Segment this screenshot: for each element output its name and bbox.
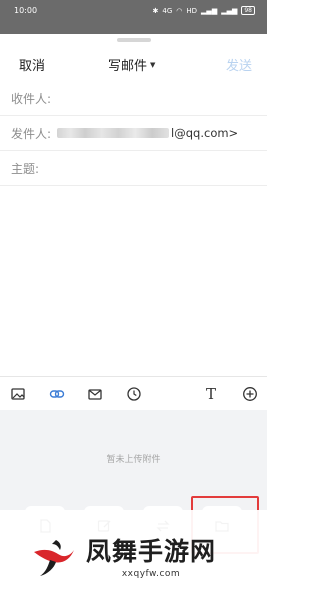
to-label: 收件人: [11,91,52,106]
signal-icon: ▂▄▆ [201,6,218,15]
text-format-icon[interactable]: T [202,385,220,403]
watermark-title: 凤舞手游网 [86,536,217,566]
watermark-text: 凤舞手游网 xxqyfw.com [86,532,216,579]
from-address: l@qq.com> [57,126,238,140]
add-icon[interactable] [241,385,259,403]
from-address-suffix: l@qq.com> [171,126,239,140]
no-attachment-hint: 暂未上传附件 [106,455,161,465]
bluetooth-icon: ✱ [152,6,159,15]
status-time: 10:00 [14,6,38,15]
signal-icon: ▂▄▆ [221,6,238,15]
hd-badge: HD [186,6,198,15]
subject-label: 主题: [11,161,40,176]
compose-toolbar: T [0,376,267,410]
from-label: 发件人: [11,126,52,141]
compose-header: 取消 写邮件 ▼ 发送 [0,50,267,78]
watermark-url: xxqyfw.com [121,568,181,579]
status-bar: 10:00 ✱ 4G ◠ HD ▂▄▆ ▂▄▆ 98 [0,0,267,34]
cancel-button[interactable]: 取消 [19,55,45,74]
watermark-logo-icon [34,540,74,576]
sheet-handle[interactable] [117,38,151,42]
compose-title-label: 写邮件 [108,59,148,74]
link-icon[interactable] [48,385,66,403]
watermark: 凤舞手游网 xxqyfw.com [0,510,267,600]
battery-icon: 98 [241,6,255,15]
mail-icon[interactable] [86,385,104,403]
clock-icon[interactable] [125,385,143,403]
from-field[interactable]: 发件人: l@qq.com> [0,116,267,151]
image-icon[interactable] [9,385,27,403]
wifi-icon: ◠ [176,6,183,15]
caret-down-icon: ▼ [150,60,156,69]
network-type: 4G [162,6,173,15]
send-button[interactable]: 发送 [226,55,252,74]
subject-field[interactable]: 主题: [0,151,267,186]
to-field[interactable]: 收件人: [0,81,267,116]
redacted-text [57,128,170,138]
compose-title[interactable]: 写邮件 ▼ [108,55,155,74]
status-icons: ✱ 4G ◠ HD ▂▄▆ ▂▄▆ 98 [153,6,255,15]
